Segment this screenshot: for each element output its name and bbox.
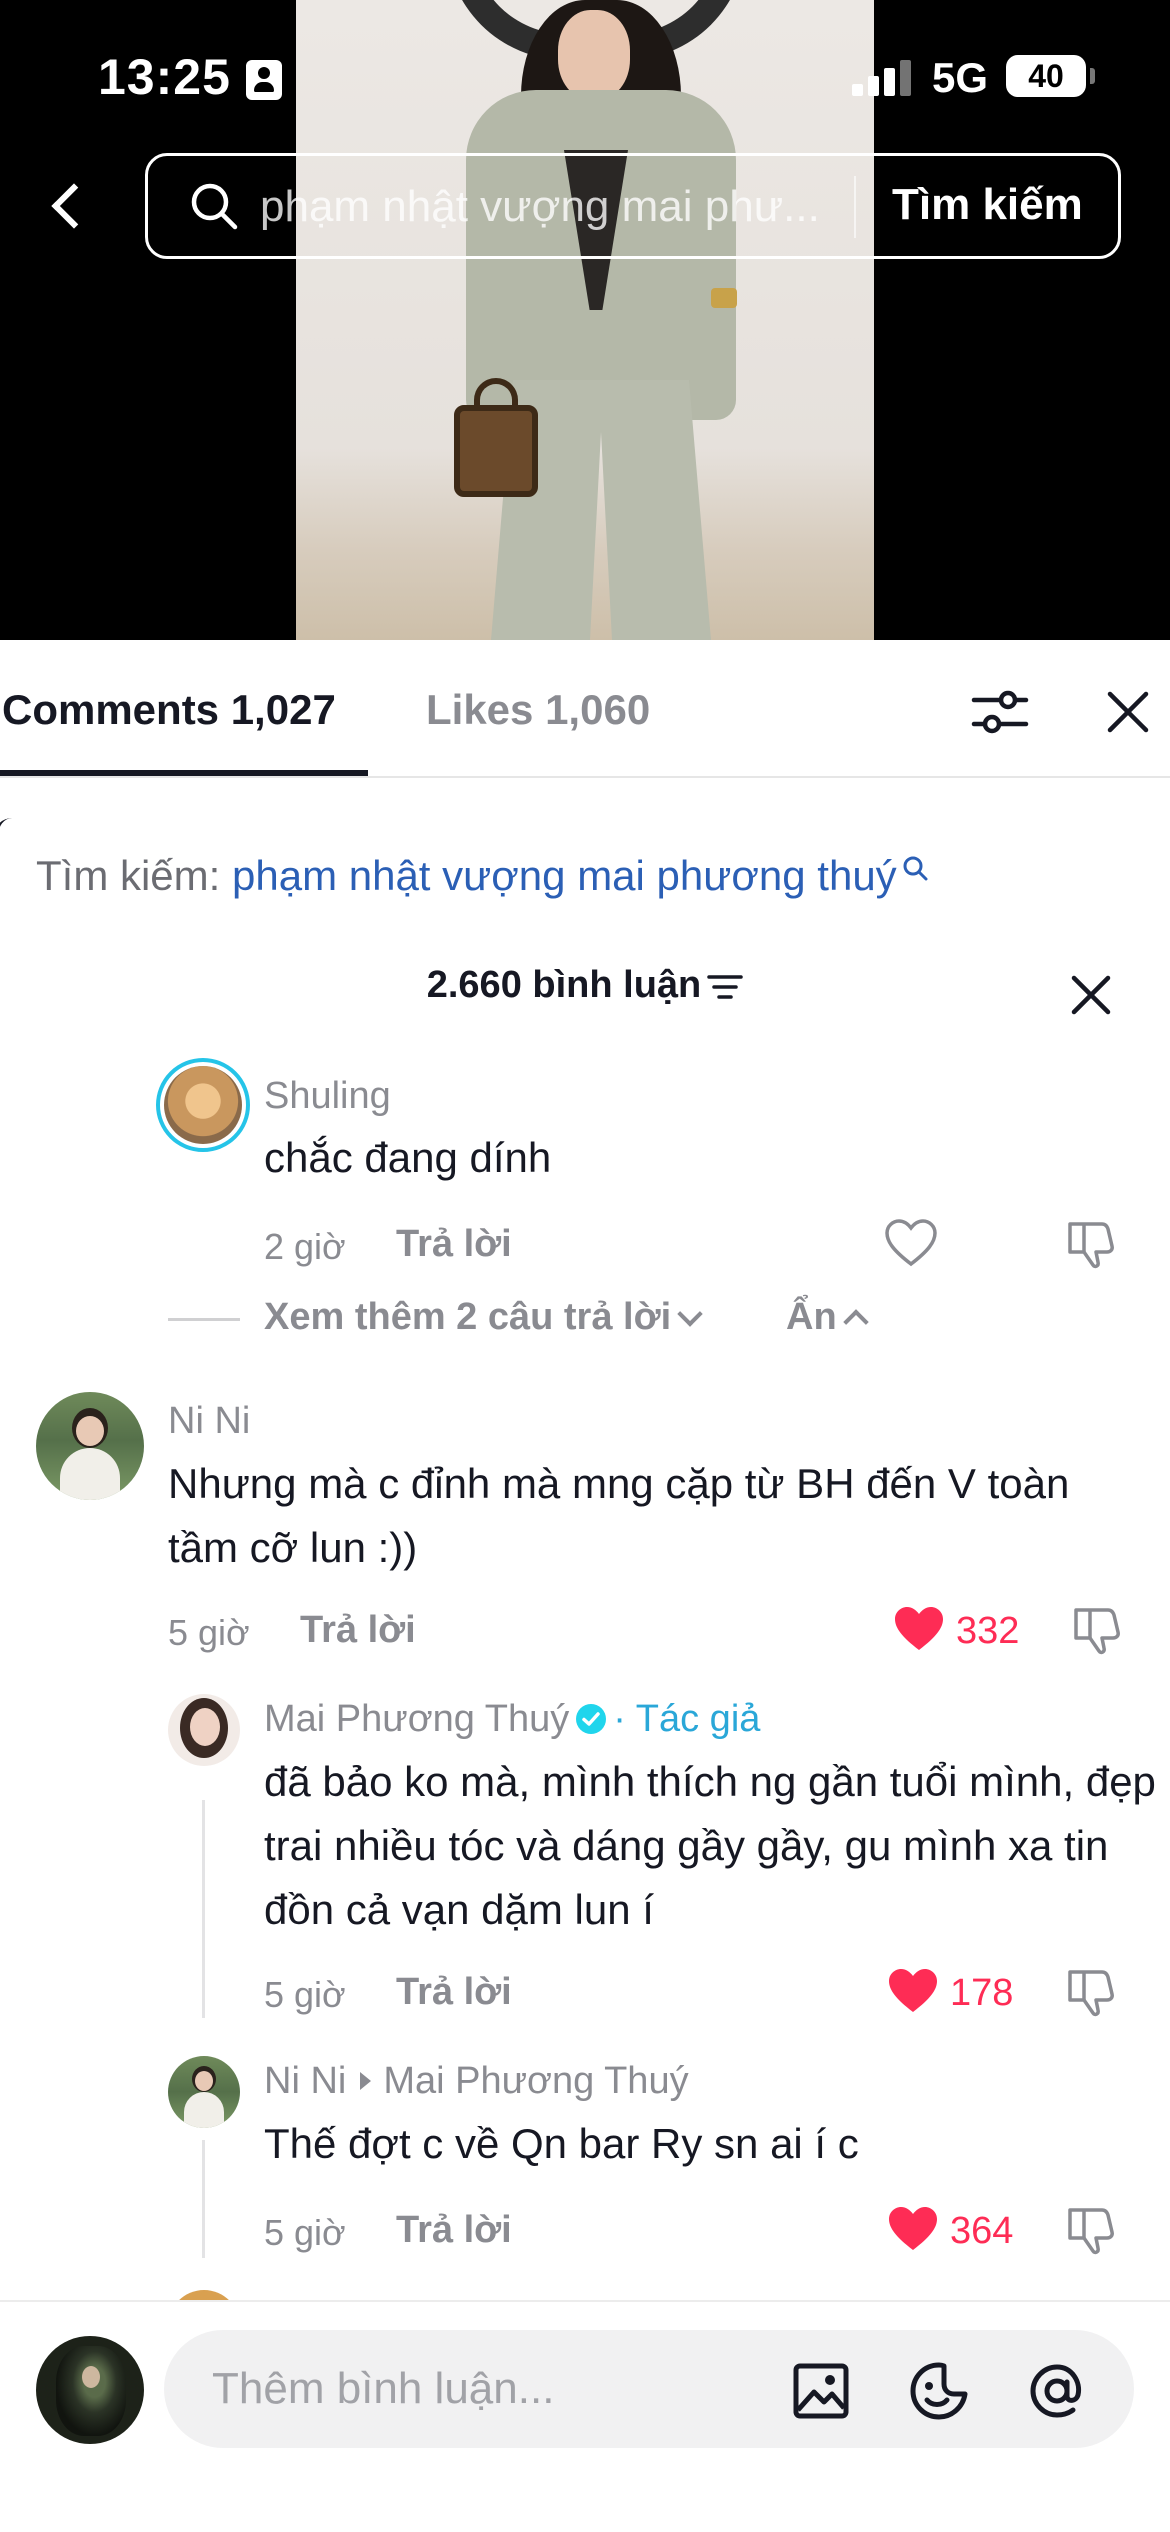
heart-icon[interactable] bbox=[892, 1604, 946, 1654]
dislike-icon[interactable] bbox=[1064, 1964, 1118, 2018]
avatar[interactable] bbox=[156, 1058, 250, 1152]
related-search[interactable]: Tìm kiếm: phạm nhật vượng mai phương thu… bbox=[36, 852, 933, 900]
view-more-replies-button[interactable]: Xem thêm 2 câu trả lời bbox=[264, 1296, 703, 1339]
status-bar: 13:25 5G 40 bbox=[0, 0, 1170, 150]
avatar[interactable] bbox=[168, 1694, 240, 1766]
comment-input-container[interactable] bbox=[164, 2330, 1134, 2448]
search-bar[interactable]: phạm nhật vượng mai phư... Tìm kiếm bbox=[145, 153, 1121, 259]
avatar bbox=[36, 2336, 144, 2444]
comments-count: 2.660 bình luận bbox=[426, 964, 702, 1006]
reply-to-name: Mai Phương Thuý bbox=[383, 2060, 689, 2102]
verified-icon bbox=[576, 1704, 607, 1734]
focus-person-icon bbox=[246, 60, 282, 100]
comment-text: chắc đang dính bbox=[264, 1134, 552, 1181]
mention-icon[interactable] bbox=[1026, 2360, 1088, 2422]
view-more-replies-label: Xem thêm 2 câu trả lời bbox=[264, 1296, 672, 1338]
active-tab-indicator bbox=[0, 770, 368, 776]
avatar[interactable] bbox=[168, 2056, 240, 2128]
dislike-icon[interactable] bbox=[1070, 1602, 1124, 1656]
thread-line bbox=[202, 1800, 205, 2018]
person-watch bbox=[711, 288, 737, 308]
cell-signal-icon bbox=[852, 60, 914, 96]
comment-time: 5 giờ bbox=[264, 2212, 346, 2253]
close-icon[interactable] bbox=[1068, 972, 1114, 1018]
filter-icon[interactable] bbox=[968, 680, 1032, 744]
comments-count-header: 2.660 bình luận bbox=[0, 964, 1170, 1007]
related-search-query[interactable]: phạm nhật vượng mai phương thuý bbox=[232, 852, 897, 899]
reply-button[interactable]: Trả lời bbox=[396, 2209, 512, 2252]
back-icon[interactable] bbox=[40, 170, 100, 240]
chevron-down-icon bbox=[677, 1301, 703, 1327]
comment-author[interactable]: Ni Ni Mai Phương Thuý bbox=[264, 2060, 689, 2103]
reply-button[interactable]: Trả lời bbox=[396, 1223, 512, 1266]
tab-likes[interactable]: Likes 1,060 bbox=[426, 686, 650, 734]
edge-mark bbox=[0, 818, 12, 878]
like-count: 364 bbox=[950, 2210, 1014, 2252]
search-icon bbox=[903, 856, 928, 881]
like-count: 178 bbox=[950, 1972, 1014, 2014]
comment-author[interactable]: Shuling bbox=[264, 1075, 391, 1118]
search-icon bbox=[191, 183, 238, 230]
thread-connector bbox=[168, 1318, 240, 1321]
comment-text: đã bảo ko mà, mình thích ng gần tuổi mìn… bbox=[264, 1758, 1156, 1933]
heart-icon[interactable] bbox=[886, 1966, 940, 2016]
search-button[interactable]: Tìm kiếm bbox=[892, 180, 1083, 230]
comment-author[interactable]: Mai Phương Thuý · Tác giả bbox=[264, 1698, 760, 1741]
reply-to-arrow-icon bbox=[360, 2072, 372, 2091]
comment-time: 2 giờ bbox=[264, 1226, 346, 1267]
chevron-up-icon bbox=[842, 1309, 869, 1335]
heart-icon[interactable] bbox=[884, 1218, 938, 1268]
battery-icon: 40 bbox=[1006, 55, 1095, 97]
comment-text: Thế đợt c về Qn bar Ry sn ai í c bbox=[264, 2120, 859, 2167]
comment-author[interactable]: Ni Ni bbox=[168, 1400, 250, 1443]
status-time: 13:25 bbox=[98, 49, 231, 105]
thread-line bbox=[202, 2140, 205, 2258]
heart-icon[interactable] bbox=[886, 2204, 940, 2254]
like-count: 332 bbox=[956, 1610, 1020, 1652]
search-input[interactable]: phạm nhật vượng mai phư... bbox=[260, 182, 830, 232]
search-divider bbox=[854, 176, 856, 238]
comment-input-bar bbox=[0, 2300, 1170, 2532]
comment-author-name: Ni Ni bbox=[264, 2060, 347, 2102]
tab-comments[interactable]: Comments 1,027 bbox=[2, 686, 336, 734]
reply-button[interactable]: Trả lời bbox=[300, 1609, 416, 1652]
dislike-icon[interactable] bbox=[1064, 2202, 1118, 2256]
comment-tabs: Comments 1,027 Likes 1,060 bbox=[0, 640, 1170, 778]
emoji-icon[interactable] bbox=[908, 2360, 970, 2422]
comment-time: 5 giờ bbox=[264, 1974, 346, 2015]
handbag bbox=[454, 405, 538, 497]
dislike-icon[interactable] bbox=[1064, 1216, 1118, 1270]
related-search-label: Tìm kiếm: bbox=[36, 852, 221, 899]
author-tag: · Tác giả bbox=[613, 1698, 761, 1740]
network-type: 5G bbox=[932, 54, 989, 101]
hide-replies-button[interactable]: Ẩn bbox=[786, 1296, 869, 1339]
comment-input[interactable] bbox=[212, 2360, 772, 2418]
comment-time: 5 giờ bbox=[168, 1612, 250, 1653]
close-icon[interactable] bbox=[1100, 684, 1156, 740]
avatar[interactable] bbox=[36, 1392, 144, 1500]
reply-button[interactable]: Trả lời bbox=[396, 1971, 512, 2014]
sort-icon[interactable] bbox=[707, 972, 744, 1002]
comment-author-name: Mai Phương Thuý bbox=[264, 1698, 570, 1740]
image-icon[interactable] bbox=[790, 2360, 852, 2422]
hide-replies-label: Ẩn bbox=[786, 1296, 837, 1338]
comment-text: Nhưng mà c đỉnh mà mng cặp từ BH đến V t… bbox=[168, 1460, 1070, 1571]
